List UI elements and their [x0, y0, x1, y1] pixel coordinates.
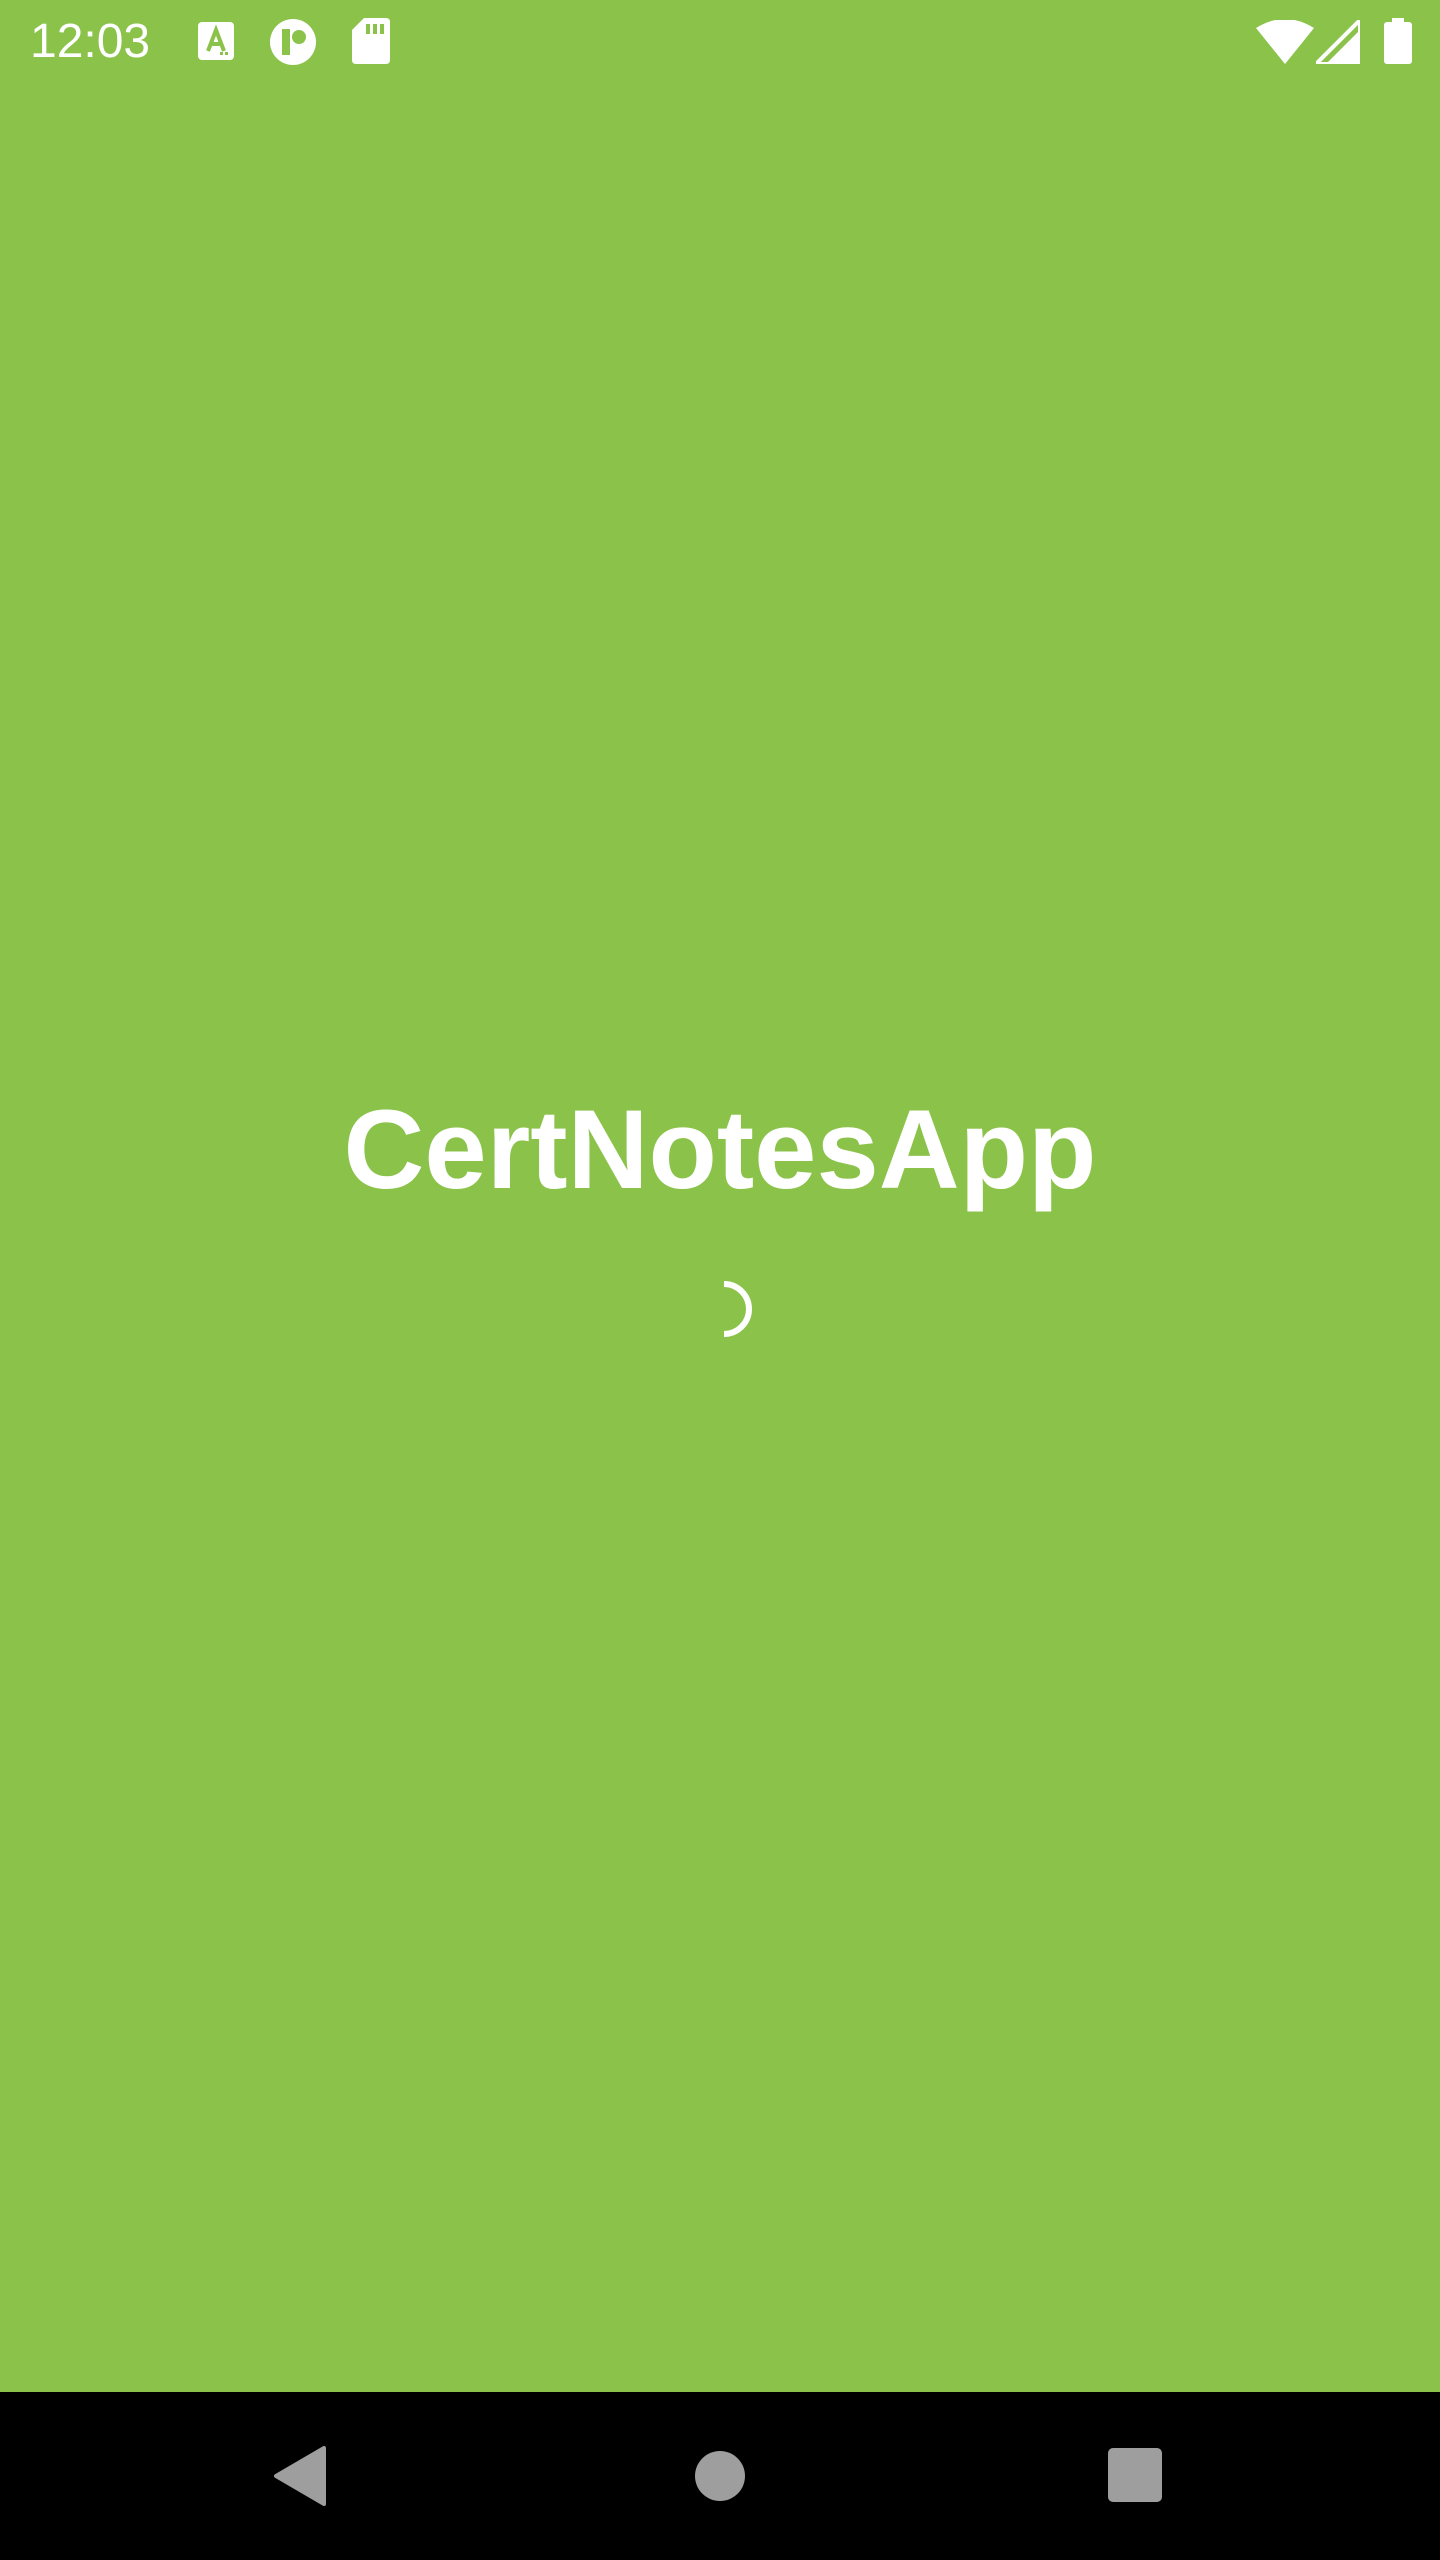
navigation-bar: [0, 2392, 1440, 2560]
signal-icon: [1316, 20, 1360, 64]
spinner-icon: [723, 1281, 752, 1337]
wifi-icon: [1256, 20, 1314, 64]
tile-icon: [270, 19, 316, 65]
home-icon[interactable]: [694, 2450, 746, 2502]
font-a-icon: [198, 22, 234, 60]
splash-screen: 12:03 CertNotesApp: [0, 0, 1440, 2560]
app-title: CertNotesApp: [343, 1087, 1097, 1212]
sd-card-icon: [352, 18, 390, 64]
battery-icon: [1384, 18, 1412, 64]
back-icon[interactable]: [272, 2446, 328, 2506]
status-time: 12:03: [30, 15, 151, 68]
recents-icon[interactable]: [1108, 2448, 1162, 2502]
status-bar: 12:03: [0, 0, 1440, 84]
